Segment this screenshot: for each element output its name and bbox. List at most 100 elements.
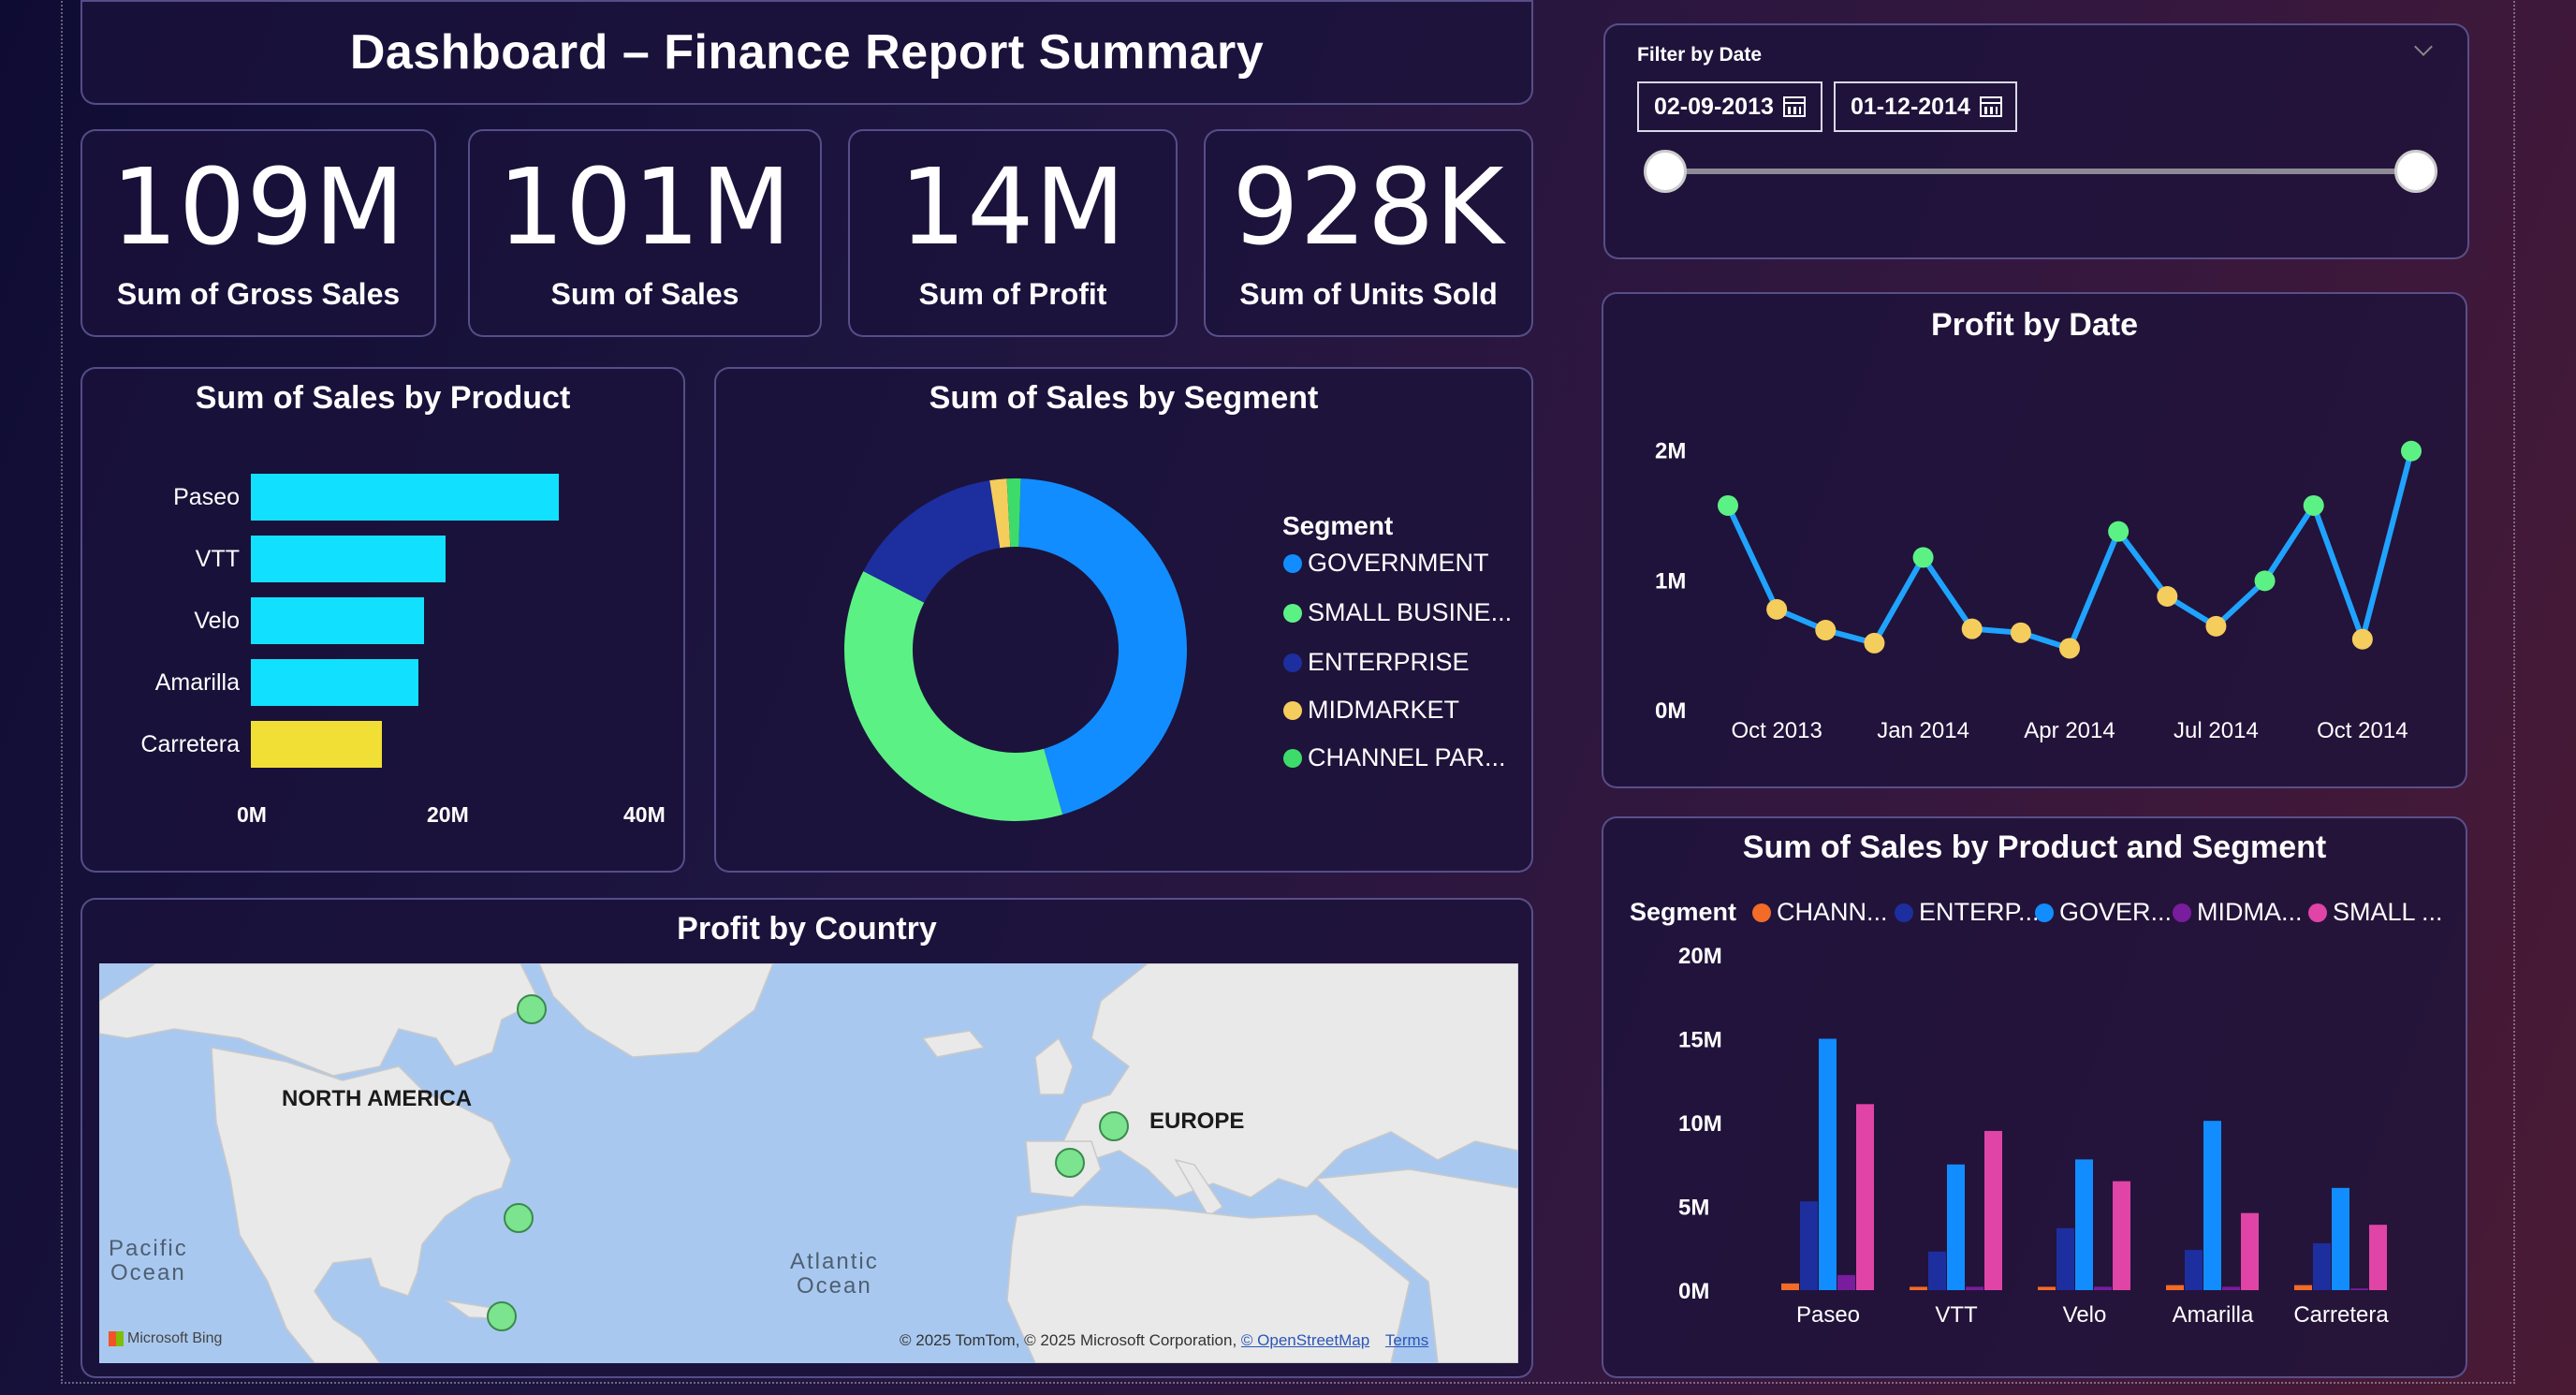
- y-tick: 0M: [1655, 698, 1686, 724]
- profit-line: [1725, 449, 2414, 652]
- bar-amarilla-2[interactable]: [2203, 1121, 2221, 1290]
- end-date-value: 01-12-2014: [1851, 93, 1970, 120]
- line-point[interactable]: [1718, 494, 1738, 516]
- map-bubble-united-states[interactable]: [504, 1203, 534, 1233]
- kpi-label: Sum of Gross Sales: [116, 276, 401, 311]
- donut-chart: [844, 478, 1187, 821]
- bar-vtt-3[interactable]: [1966, 1286, 1983, 1290]
- y-tick: 0M: [1678, 1279, 1709, 1304]
- bar-carretera[interactable]: [251, 721, 382, 768]
- line-point[interactable]: [2401, 440, 2422, 462]
- bar-carretera-4[interactable]: [2369, 1225, 2387, 1290]
- slider-start-handle[interactable]: [1644, 150, 1687, 193]
- kpi-profit[interactable]: 14M Sum of Profit: [848, 129, 1178, 337]
- legend-dot: [1283, 603, 1302, 623]
- bar-vtt-0[interactable]: [1910, 1286, 1927, 1290]
- line-point[interactable]: [2205, 615, 2227, 637]
- map-bubble-mexico[interactable]: [487, 1301, 517, 1331]
- x-tick: Amarilla: [2173, 1302, 2254, 1328]
- line-point[interactable]: [1815, 620, 1837, 641]
- x-tick: Oct 2014: [2317, 718, 2408, 743]
- bar-amarilla-4[interactable]: [2241, 1212, 2259, 1290]
- chevron-down-icon[interactable]: [2414, 37, 2433, 56]
- line-point[interactable]: [2157, 586, 2178, 607]
- bar-velo-4[interactable]: [2113, 1181, 2130, 1290]
- line-point[interactable]: [1912, 547, 1934, 568]
- kpi-units-sold[interactable]: 928K Sum of Units Sold: [1204, 129, 1533, 337]
- map-bubble-france[interactable]: [1055, 1148, 1085, 1178]
- bar-carretera-3[interactable]: [2350, 1288, 2368, 1290]
- terms-link[interactable]: Terms: [1385, 1331, 1428, 1349]
- microsoft-logo-icon: [109, 1331, 124, 1346]
- date-slider-track[interactable]: [1663, 169, 2412, 174]
- bar-paseo-1[interactable]: [1800, 1201, 1818, 1290]
- bar-velo-0[interactable]: [2038, 1286, 2056, 1290]
- legend-dot: [1283, 553, 1302, 573]
- kpi-sales[interactable]: 101M Sum of Sales: [468, 129, 822, 337]
- legend-item-midmarket[interactable]: MIDMARKET: [1283, 696, 1459, 725]
- bar-carretera-1[interactable]: [2313, 1242, 2331, 1290]
- line-point[interactable]: [2059, 638, 2080, 659]
- bar-velo-2[interactable]: [2075, 1159, 2093, 1290]
- line-chart: 2M 1M 0M Oct 2013 Jan 2014 Apr 2014 Jul 2014 Oc…: [1655, 439, 2422, 743]
- legend-dot: [1283, 748, 1302, 768]
- bar-vtt-4[interactable]: [1984, 1130, 2002, 1290]
- line-point[interactable]: [1864, 632, 1885, 653]
- bar-vtt-1[interactable]: [1928, 1251, 1946, 1290]
- bar-amarilla-1[interactable]: [2185, 1250, 2203, 1290]
- calendar-icon[interactable]: [1782, 96, 1806, 117]
- legend-item-enterprise[interactable]: ENTERPRISE: [1283, 648, 1470, 677]
- map-label-pacific: Pacific Ocean: [109, 1236, 188, 1286]
- bar-paseo[interactable]: [251, 474, 560, 521]
- line-point[interactable]: [2351, 628, 2373, 650]
- slider-end-handle[interactable]: [2394, 150, 2437, 193]
- x-tick: 0M: [237, 802, 267, 827]
- calendar-icon[interactable]: [1979, 96, 2002, 117]
- grouped-bar-chart: 20M 15M 10M 5M 0M Paseo VTT Velo Amarilla Carrete…: [1678, 944, 2389, 1328]
- line-point[interactable]: [1766, 598, 1788, 620]
- sales-by-segment-card: Sum of Sales by Segment Segment GOVERNME…: [714, 367, 1533, 873]
- x-tick: Jan 2014: [1877, 718, 1969, 743]
- donut-slice-1[interactable]: [844, 571, 1063, 821]
- bar-paseo-3[interactable]: [1837, 1274, 1855, 1290]
- line-point[interactable]: [2010, 622, 2031, 643]
- legend-item-government[interactable]: GOVERNMENT: [1283, 549, 1489, 578]
- legend-item-small-business[interactable]: SMALL BUSINE...: [1283, 598, 1512, 627]
- line-point[interactable]: [1961, 618, 1983, 639]
- bar-amarilla-0[interactable]: [2166, 1285, 2184, 1290]
- start-date-input[interactable]: 02-09-2013: [1637, 81, 1822, 132]
- line-point[interactable]: [2254, 570, 2276, 592]
- y-tick: 15M: [1678, 1028, 1722, 1053]
- line-point[interactable]: [2108, 521, 2130, 542]
- bar-amarilla-3[interactable]: [2222, 1286, 2240, 1290]
- x-tick: Apr 2014: [2024, 718, 2115, 743]
- osm-link[interactable]: © OpenStreetMap: [1241, 1331, 1369, 1349]
- end-date-input[interactable]: 01-12-2014: [1834, 81, 2017, 132]
- legend-label: MIDMARKET: [1308, 696, 1459, 724]
- bing-logo: Microsoft Bing: [109, 1330, 222, 1347]
- line-point[interactable]: [2303, 494, 2324, 516]
- map-bubble-canada[interactable]: [517, 994, 547, 1024]
- map-label-atlantic: Atlantic Ocean: [790, 1249, 879, 1300]
- kpi-gross-sales[interactable]: 109M Sum of Gross Sales: [80, 129, 436, 337]
- map-label-north-america: NORTH AMERICA: [282, 1086, 473, 1111]
- bar-carretera-0[interactable]: [2294, 1285, 2312, 1290]
- legend-item-channel-partners[interactable]: CHANNEL PAR...: [1283, 743, 1506, 772]
- chart-title: Sum of Sales by Product: [195, 380, 571, 416]
- dashboard: Dashboard – Finance Report Summary 109M …: [0, 0, 2576, 1395]
- bar-paseo-4[interactable]: [1856, 1104, 1874, 1290]
- x-tick: Velo: [2063, 1302, 2107, 1328]
- bar-velo[interactable]: [251, 597, 425, 644]
- world-map[interactable]: NORTH AMERICA EUROPE Pacific Ocean Atlan…: [99, 963, 1518, 1363]
- bar-velo-1[interactable]: [2056, 1227, 2074, 1290]
- map-label-europe: EUROPE: [1149, 1109, 1245, 1134]
- bar-paseo-0[interactable]: [1781, 1283, 1799, 1290]
- bar-vtt-2[interactable]: [1947, 1164, 1965, 1290]
- y-tick: 2M: [1655, 439, 1686, 464]
- bar-paseo-2[interactable]: [1819, 1038, 1837, 1291]
- bar-velo-3[interactable]: [2094, 1286, 2112, 1290]
- map-bubble-germany[interactable]: [1099, 1111, 1129, 1141]
- bar-vtt[interactable]: [251, 536, 446, 582]
- bar-carretera-2[interactable]: [2332, 1187, 2349, 1290]
- bar-amarilla[interactable]: [251, 659, 419, 706]
